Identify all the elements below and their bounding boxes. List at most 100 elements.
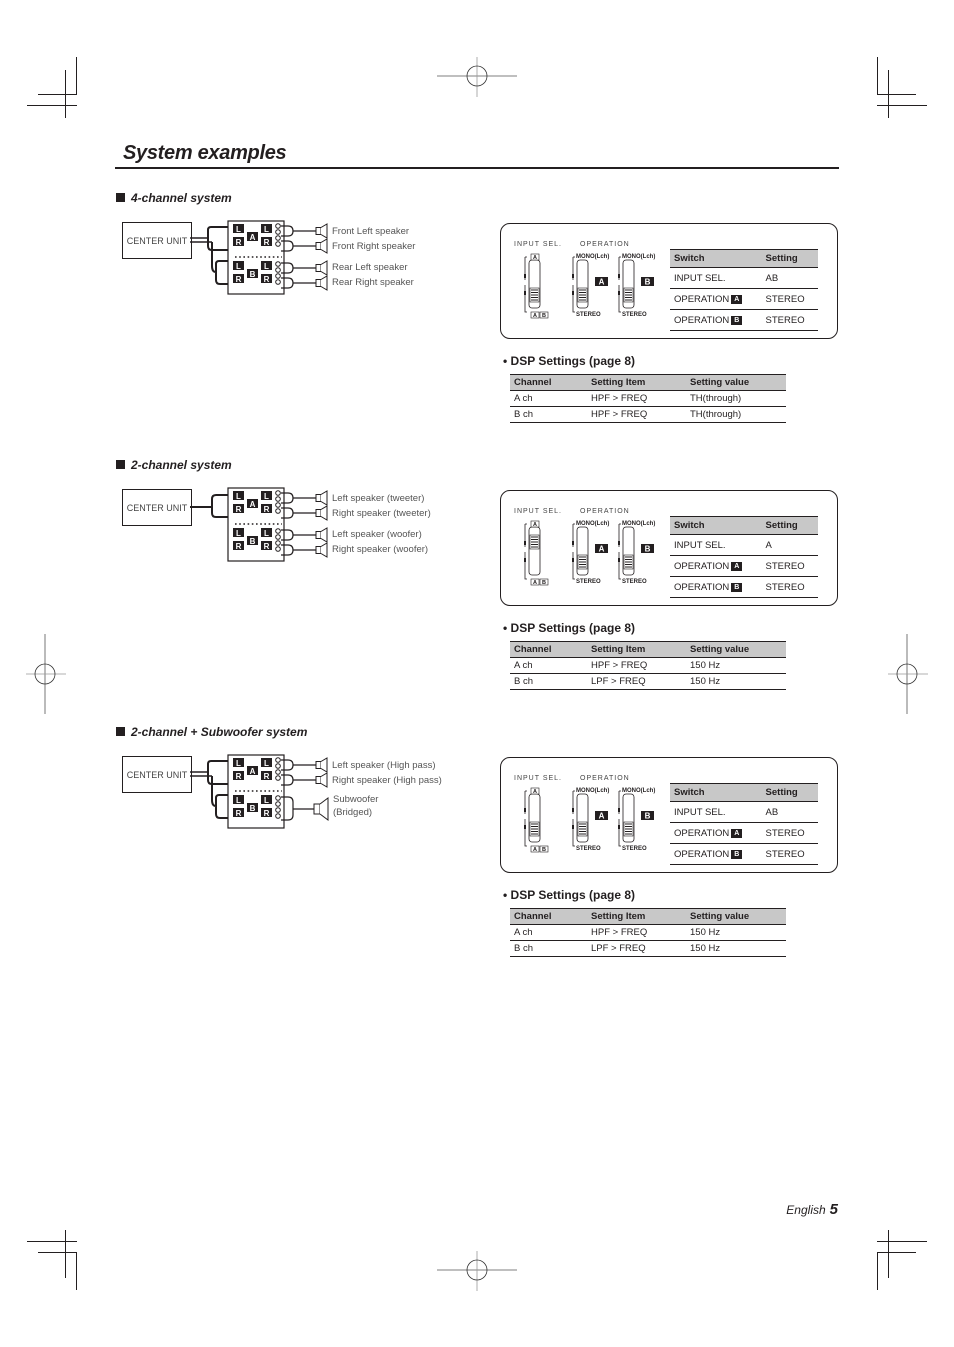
switch-name-text: OPERATION	[674, 293, 730, 305]
channel-cell: A ch	[510, 390, 587, 407]
channel-badge: L	[233, 528, 244, 538]
registration-mark	[26, 634, 66, 714]
channel-badge: R	[233, 237, 244, 247]
switch-setting: STEREO	[761, 288, 818, 310]
channel-badge: L	[261, 491, 272, 501]
svg-text:B: B	[250, 804, 256, 813]
svg-text:A: A	[533, 847, 537, 853]
svg-text:A: A	[533, 789, 537, 795]
svg-text:B: B	[645, 278, 651, 287]
svg-text:A: A	[599, 545, 605, 554]
svg-text:L: L	[236, 796, 241, 805]
operation-badge: B	[641, 544, 654, 554]
column-header: Switch	[670, 516, 762, 535]
column-header: Setting Item	[587, 641, 686, 658]
setting-value-cell: TH(through)	[686, 406, 786, 423]
operation-label: OPERATION	[580, 775, 630, 782]
svg-text:B: B	[645, 812, 651, 821]
switch-name: OPERATION A	[670, 555, 762, 577]
switch-settings-table: Switch Setting INPUT SEL. AB OPERATION A STE…	[670, 783, 818, 865]
page-number: 5	[829, 1201, 838, 1218]
table-row: OPERATION B STEREO	[670, 576, 818, 598]
svg-text:A: A	[533, 313, 537, 319]
operation-badge: A	[595, 811, 608, 821]
channel-badge: L	[261, 224, 272, 234]
switch-settings-table: Switch Setting INPUT SEL. AB OPERATION A STE…	[670, 249, 818, 331]
switch-illustration: AA BMONO(Lch)STEREOAMONO(Lch)STEREOB	[524, 520, 655, 586]
channel-badge: L	[233, 491, 244, 501]
speaker-label: Rear Left speaker	[332, 262, 408, 273]
switch-name: INPUT SEL.	[670, 534, 762, 556]
crop-mark	[38, 1252, 77, 1253]
channel-badge: R	[261, 808, 272, 818]
speaker-icon	[315, 772, 328, 788]
svg-text:R: R	[236, 542, 242, 551]
speaker-label: Right speaker (tweeter)	[332, 508, 431, 519]
column-header: Setting Item	[587, 374, 686, 391]
column-header: Setting value	[686, 641, 786, 658]
column-header: Setting	[761, 783, 818, 802]
svg-text:R: R	[236, 275, 242, 284]
switch-position-badge: A	[530, 253, 540, 261]
svg-text:MONO(Lch): MONO(Lch)	[576, 254, 609, 260]
speaker-icon	[315, 490, 328, 506]
dsp-settings-table: Channel Setting Item Setting value A ch H…	[510, 641, 786, 690]
speaker-label: Right speaker (High pass)	[332, 775, 442, 786]
svg-text:R: R	[236, 772, 242, 781]
svg-text:MONO(Lch): MONO(Lch)	[622, 521, 655, 527]
crop-mark	[888, 1230, 889, 1278]
channel-badge: L	[233, 758, 244, 768]
registration-mark	[888, 634, 928, 714]
slide-switch	[572, 256, 589, 313]
page-footer: English 5	[786, 1201, 838, 1218]
svg-text:L: L	[236, 759, 241, 768]
svg-text:L: L	[264, 225, 269, 234]
setting-item-cell: HPF > FREQ	[587, 390, 686, 407]
svg-text:MONO(Lch): MONO(Lch)	[622, 254, 655, 260]
svg-text:STEREO: STEREO	[576, 579, 601, 585]
column-header: Channel	[510, 641, 587, 658]
svg-text:R: R	[264, 809, 270, 818]
switch-name: OPERATION B	[670, 576, 762, 598]
slide-switch	[572, 790, 589, 847]
wiring-diagram: L LR RL LR RAB	[190, 220, 328, 295]
column-header: Setting	[761, 516, 818, 535]
slide-switch	[618, 256, 635, 313]
switch-name-text: INPUT SEL.	[674, 806, 726, 818]
svg-text:L: L	[264, 492, 269, 501]
square-bullet-icon	[116, 193, 125, 202]
section-heading-text: 4-channel system	[131, 191, 232, 205]
switch-name-text: OPERATION	[674, 848, 730, 860]
operation-badge: B	[641, 811, 654, 821]
svg-text:A: A	[599, 812, 605, 821]
slide-switch	[524, 256, 541, 313]
crop-mark	[76, 1252, 77, 1290]
column-header: Setting value	[686, 374, 786, 391]
svg-text:R: R	[236, 809, 242, 818]
channel-cell: B ch	[510, 940, 587, 957]
amp-channel-badge: B	[247, 536, 258, 546]
channel-badge: L	[233, 224, 244, 234]
switch-name: OPERATION A	[670, 822, 762, 844]
svg-text:R: R	[264, 275, 270, 284]
operation-label: OPERATION	[580, 241, 630, 248]
svg-text:L: L	[264, 529, 269, 538]
column-header: Channel	[510, 374, 587, 391]
crop-mark	[27, 1241, 77, 1242]
speaker-icon	[315, 542, 328, 558]
switch-setting: STEREO	[761, 576, 818, 598]
channel-badge: R	[233, 808, 244, 818]
switch-name-text: OPERATION	[674, 314, 730, 326]
svg-text:STEREO: STEREO	[622, 312, 647, 318]
svg-text:B: B	[542, 313, 546, 319]
svg-text:MONO(Lch): MONO(Lch)	[576, 521, 609, 527]
channel-badge: L	[261, 758, 272, 768]
subwoofer-icon	[313, 797, 329, 821]
svg-text:R: R	[264, 505, 270, 514]
channel-badge: L	[261, 795, 272, 805]
section-heading: 2-channel system	[116, 458, 232, 472]
switch-position-badge: A	[530, 787, 540, 795]
operation-badge: A	[731, 561, 743, 571]
switch-settings-table: Switch Setting INPUT SEL. A OPERATION A STER…	[670, 516, 818, 598]
slide-switch	[524, 523, 541, 580]
